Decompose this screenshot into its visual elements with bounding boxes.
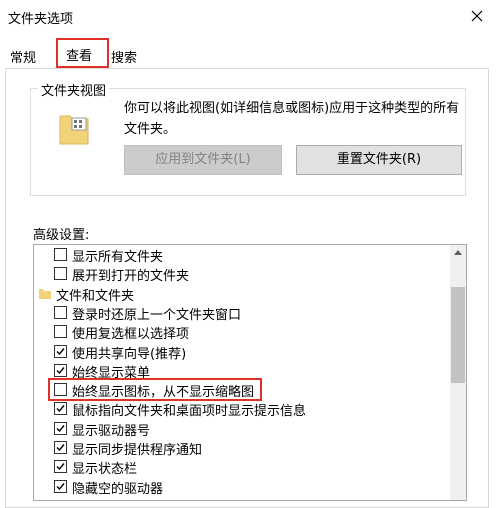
tree-category: 文件和文件夹: [34, 284, 444, 304]
setting-label: 显示同步提供程序通知: [72, 443, 203, 458]
setting-row[interactable]: 显示驱动器号: [34, 419, 444, 439]
checkmark-icon: [56, 444, 65, 452]
folder-views-title: 文件夹视图: [38, 80, 110, 99]
folder-views-description: 你可以将此视图(如详细信息或图标)应用于这种类型的所有文件夹。: [124, 101, 460, 137]
checkbox-checked[interactable]: [54, 344, 67, 358]
setting-label: 显示状态栏: [72, 462, 138, 478]
advanced-settings-tree[interactable]: 显示所有文件夹展开到打开的文件夹文件和文件夹登录时还原上一个文件夹窗口 使用复选框…: [33, 244, 467, 501]
title-bar: 文件夹选项: [0, 0, 500, 36]
window-title: 文件夹选项: [8, 12, 74, 27]
setting-row[interactable]: 隐藏空的驱动器: [34, 477, 444, 497]
setting-row[interactable]: 使用共享向导(推荐): [34, 342, 444, 362]
checkbox-checked[interactable]: [54, 441, 67, 454]
tab-search[interactable]: 搜索: [111, 47, 137, 69]
checkmark-icon: [56, 405, 65, 413]
checkbox-checked[interactable]: [54, 479, 67, 493]
setting-row[interactable]: 显示状态栏: [34, 457, 444, 477]
setting-row[interactable]: 展开到打开的文件夹: [34, 264, 444, 284]
checkbox-checked[interactable]: [54, 460, 67, 474]
tree-scrollbar[interactable]: [450, 245, 466, 500]
checkmark-icon: [56, 463, 65, 471]
tab-view-label: 查看: [66, 49, 93, 64]
setting-row[interactable]: 显示同步提供程序通知: [34, 438, 444, 458]
checkbox-checked[interactable]: [54, 421, 67, 435]
checkmark-icon: [56, 347, 65, 355]
checkbox[interactable]: [54, 267, 67, 281]
setting-label: 显示所有文件夹: [72, 250, 164, 265]
setting-label: 鼠标指向文件夹和桌面项时显示提示信息: [72, 404, 307, 420]
advanced-settings-label: 高级设置:: [33, 228, 90, 243]
setting-row[interactable]: 登录时还原上一个文件夹窗口: [34, 303, 444, 323]
setting-row[interactable]: 使用复选框以选择项: [34, 322, 444, 342]
tab-search-label: 搜索: [111, 51, 138, 66]
checkbox-checked[interactable]: [54, 363, 67, 377]
checkbox-checked[interactable]: [54, 402, 67, 416]
checkmark-icon: [56, 482, 65, 490]
checkmark-icon: [56, 366, 65, 374]
setting-label: 隐藏空的驱动器: [72, 481, 164, 497]
setting-label: 使用共享向导(推荐): [72, 346, 187, 362]
reset-folders-button[interactable]: 重置文件夹(R): [296, 145, 462, 175]
tab-view[interactable]: 查看: [56, 38, 109, 68]
checkbox[interactable]: [54, 305, 67, 319]
setting-row[interactable]: 显示所有文件夹: [34, 245, 444, 265]
scroll-thumb[interactable]: [451, 287, 465, 383]
scroll-up-button[interactable]: [450, 245, 466, 261]
tree-category-label: 文件和文件夹: [56, 288, 135, 304]
setting-label: 显示驱动器号: [72, 423, 151, 439]
checkbox[interactable]: [54, 325, 67, 339]
close-button[interactable]: [454, 0, 500, 32]
apply-to-folders-button[interactable]: 应用到文件夹(L): [124, 145, 282, 175]
tab-general-label: 常规: [10, 51, 37, 66]
setting-label: 展开到打开的文件夹: [72, 269, 190, 285]
setting-label: 使用复选框以选择项: [72, 327, 190, 343]
highlight-box: [48, 378, 262, 401]
tab-general[interactable]: 常规: [10, 47, 36, 69]
setting-label: 登录时还原上一个文件夹窗口: [72, 307, 242, 323]
setting-row[interactable]: 鼠标指向文件夹和桌面项时显示提示信息: [34, 399, 444, 419]
folder-icon: [39, 288, 51, 299]
close-icon: [471, 10, 483, 22]
checkbox[interactable]: [54, 248, 67, 261]
chevron-up-icon: [454, 250, 462, 255]
checkmark-icon: [56, 424, 65, 432]
folder-views-icon: [59, 115, 89, 145]
